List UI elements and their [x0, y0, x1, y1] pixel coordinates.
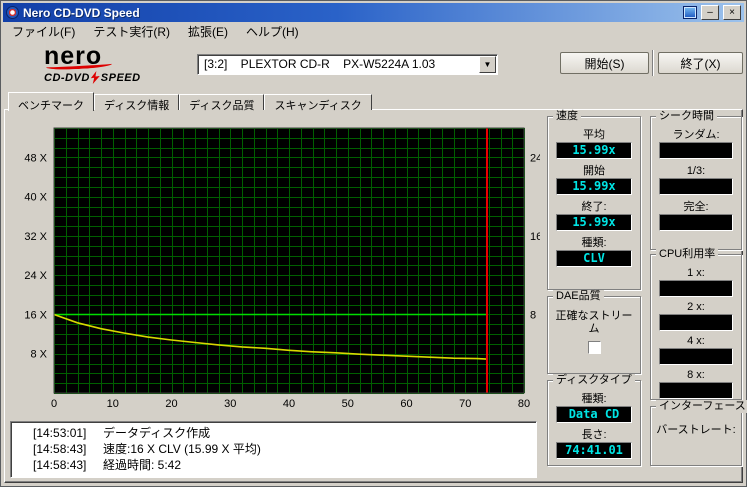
cpu-4x-label: 4 x:: [687, 335, 705, 347]
seek-full-label: 完全:: [683, 201, 709, 213]
svg-text:80: 80: [518, 398, 530, 410]
menu-file[interactable]: ファイル(F): [3, 21, 84, 42]
close-button[interactable]: ×: [723, 5, 741, 20]
menu-help[interactable]: ヘルプ(H): [237, 21, 308, 42]
cpu-8x-display: [659, 382, 733, 399]
seek-full-display: [659, 214, 733, 231]
tab-benchmark[interactable]: ベンチマーク: [8, 92, 94, 112]
cpu-usage-panel: CPU利用率 1 x: 2 x: 4 x: 8 x:: [650, 248, 742, 400]
avg-speed-display: 15.99x: [556, 142, 632, 159]
window-title: Nero CD-DVD Speed: [23, 5, 140, 20]
title-bar: Nero CD-DVD Speed – ×: [3, 3, 744, 22]
seek-random-display: [659, 142, 733, 159]
cpu-1x-display: [659, 280, 733, 297]
end-speed-label: 終了:: [581, 201, 607, 213]
log-row[interactable]: [14:58:43] 速度:16 X CLV (15.99 X 平均): [16, 441, 531, 457]
start-speed-label: 開始: [583, 165, 605, 177]
speed-type-display: CLV: [556, 250, 632, 267]
tab-scandisc[interactable]: スキャンディスク: [264, 94, 372, 112]
interface-panel-title: インターフェース: [656, 400, 747, 413]
seek-third-display: [659, 178, 733, 195]
svg-text:8 X: 8 X: [30, 349, 47, 361]
svg-text:32 X: 32 X: [24, 231, 47, 243]
chevron-down-icon[interactable]: ▼: [479, 56, 496, 73]
seek-third-label: 1/3:: [686, 165, 706, 177]
seek-time-panel: シーク時間 ランダム: 1/3: 完全:: [650, 110, 742, 250]
svg-text:16: 16: [530, 231, 540, 243]
burst-rate-label: バーストレート:: [656, 424, 736, 436]
test-log-list[interactable]: [14:53:01] データディスク作成 [14:58:43] 速度:16 X …: [10, 421, 537, 478]
svg-text:24 X: 24 X: [24, 270, 47, 282]
menu-extra[interactable]: 拡張(E): [179, 21, 237, 42]
interface-panel: インターフェース バーストレート:: [650, 400, 747, 466]
log-timestamp: [14:58:43]: [33, 458, 87, 472]
log-row[interactable]: [14:53:01] データディスク作成: [16, 425, 531, 441]
log-row[interactable]: [14:58:43] 経過時間: 5:42: [16, 457, 531, 473]
minimize-button[interactable]: –: [701, 5, 719, 20]
svg-text:16 X: 16 X: [24, 309, 47, 321]
speed-panel: 速度 平均 15.99x 開始 15.99x 終了: 15.99x 種類: CL…: [547, 110, 641, 290]
svg-text:0: 0: [51, 398, 57, 410]
avg-speed-label: 平均: [583, 129, 605, 141]
titlebar-badge-icon: [683, 6, 697, 19]
speed-type-label: 種類:: [581, 237, 607, 249]
svg-text:50: 50: [342, 398, 354, 410]
svg-text:48 X: 48 X: [24, 152, 47, 164]
nero-product-text: CD-DVD SPEED: [44, 71, 179, 84]
svg-text:20: 20: [165, 398, 177, 410]
tab-disc-info[interactable]: ディスク情報: [94, 94, 180, 112]
dae-quality-panel: DAE品質 正確なストリーム: [547, 290, 641, 374]
cpu-8x-label: 8 x:: [687, 369, 705, 381]
dae-quality-panel-title: DAE品質: [553, 290, 604, 303]
svg-text:24: 24: [530, 152, 540, 164]
accurate-stream-label: 正確なストリーム: [555, 310, 633, 335]
cpu-2x-label: 2 x:: [687, 301, 705, 313]
disc-length-display: 74:41.01: [556, 442, 632, 459]
svg-text:40: 40: [283, 398, 295, 410]
svg-text:60: 60: [400, 398, 412, 410]
accurate-stream-checkbox[interactable]: [587, 341, 601, 354]
cpu-4x-display: [659, 348, 733, 365]
svg-text:30: 30: [224, 398, 236, 410]
menu-bar: ファイル(F) テスト実行(R) 拡張(E) ヘルプ(H): [3, 22, 744, 41]
tab-strip: ベンチマーク ディスク情報 ディスク品質 スキャンディスク: [8, 91, 372, 112]
speed-panel-title: 速度: [553, 110, 581, 123]
app-window: Nero CD-DVD Speed – × ファイル(F) テスト実行(R) 拡…: [0, 0, 747, 487]
seek-random-label: ランダム:: [672, 129, 720, 141]
log-message: データディスク作成: [103, 426, 211, 440]
disc-type-panel: ディスクタイプ 種類: Data CD 長さ: 74:41.01: [547, 374, 641, 466]
benchmark-chart: 0 10 20 30 40 50 60 70 80 8 X 16 X 24 X 32 X 40 X 48 X…: [8, 114, 542, 416]
end-speed-display: 15.99x: [556, 214, 632, 231]
seek-time-panel-title: シーク時間: [656, 110, 717, 123]
tab-disc-quality[interactable]: ディスク品質: [179, 94, 265, 112]
cpu-usage-panel-title: CPU利用率: [656, 248, 719, 261]
svg-text:70: 70: [459, 398, 471, 410]
disc-length-label: 長さ:: [581, 429, 607, 441]
log-message: 速度:16 X CLV (15.99 X 平均): [103, 442, 261, 456]
product-right: SPEED: [100, 71, 141, 84]
svg-text:8: 8: [530, 309, 536, 321]
start-button[interactable]: 開始(S): [560, 52, 649, 74]
drive-select-combobox[interactable]: [3:2] PLEXTOR CD-R PX-W5224A 1.03 ▼: [197, 54, 498, 75]
app-icon: [6, 6, 19, 19]
product-left: CD-DVD: [44, 71, 90, 84]
svg-text:40 X: 40 X: [24, 192, 47, 204]
lightning-icon: [90, 71, 100, 84]
disc-kind-display: Data CD: [556, 406, 632, 423]
disc-kind-label: 種類:: [581, 393, 607, 405]
svg-text:10: 10: [107, 398, 119, 410]
benchmark-plot: 0 10 20 30 40 50 60 70 80 8 X 16 X 24 X 32 X 40 X 48 X…: [24, 127, 542, 410]
nero-logo: nero CD-DVD SPEED: [44, 44, 179, 84]
start-speed-display: 15.99x: [556, 178, 632, 195]
log-timestamp: [14:53:01]: [33, 426, 87, 440]
menu-run-test[interactable]: テスト実行(R): [84, 21, 179, 42]
disc-type-panel-title: ディスクタイプ: [553, 374, 635, 387]
drive-select-value[interactable]: [3:2] PLEXTOR CD-R PX-W5224A 1.03: [198, 55, 478, 74]
cpu-1x-label: 1 x:: [687, 267, 705, 279]
exit-button[interactable]: 終了(X): [658, 52, 743, 74]
log-message: 経過時間: 5:42: [103, 458, 182, 472]
toolbar-separator: [652, 50, 654, 76]
log-timestamp: [14:58:43]: [33, 442, 87, 456]
cpu-2x-display: [659, 314, 733, 331]
